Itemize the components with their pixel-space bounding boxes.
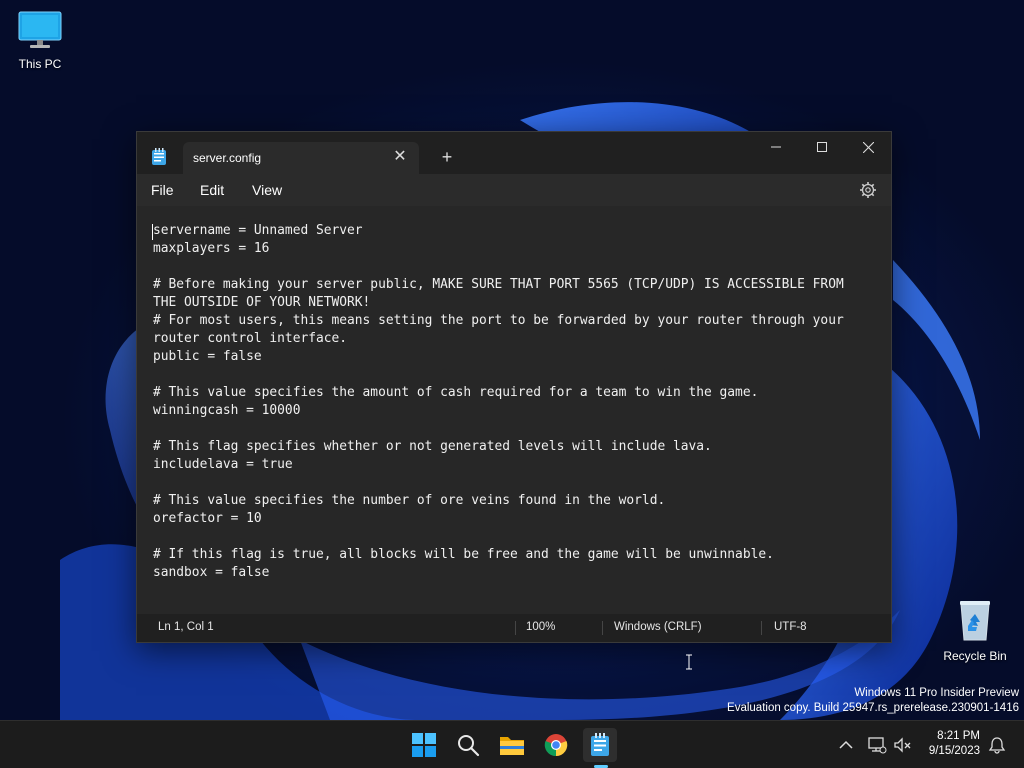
clock-time: 8:21 PM — [937, 730, 980, 742]
network-icon[interactable] — [867, 735, 887, 755]
notepad-window: server.config ✕ + File Edit View servern… — [136, 131, 892, 670]
clock-date: 9/15/2023 — [928, 745, 980, 757]
new-tab-button[interactable]: + — [435, 147, 459, 169]
notepad-icon — [591, 733, 609, 756]
watermark-line-2: Evaluation copy. Build 25947.rs_prerelea… — [727, 702, 1019, 714]
notepad-taskbar-button[interactable] — [583, 728, 617, 762]
minimize-icon — [771, 146, 781, 148]
file-explorer-button[interactable] — [495, 728, 529, 762]
tab-server-config[interactable]: server.config ✕ — [183, 142, 419, 174]
document-content[interactable]: servername = Unnamed Server maxplayers =… — [153, 222, 873, 582]
ibeam-cursor-icon — [686, 654, 692, 670]
status-divider — [515, 621, 516, 635]
status-zoom[interactable]: 100% — [526, 621, 555, 633]
search-button[interactable] — [451, 728, 485, 762]
maximize-button[interactable] — [799, 132, 845, 162]
minimize-button[interactable] — [753, 132, 799, 162]
desktop-icon-label: Recycle Bin — [943, 649, 1007, 663]
menu-edit[interactable]: Edit — [200, 182, 224, 198]
search-icon — [458, 735, 480, 757]
gear-icon[interactable] — [859, 181, 877, 199]
close-icon — [862, 141, 874, 153]
status-cursor-position: Ln 1, Col 1 — [158, 621, 214, 633]
status-divider — [602, 621, 603, 635]
watermark-line-1: Windows 11 Pro Insider Preview — [854, 687, 1019, 699]
start-button[interactable] — [407, 728, 441, 762]
status-line-ending[interactable]: Windows (CRLF) — [614, 621, 702, 633]
folder-icon — [500, 737, 524, 755]
maximize-icon — [817, 142, 827, 152]
status-encoding[interactable]: UTF-8 — [774, 621, 807, 633]
tab-close-icon[interactable]: ✕ — [391, 148, 409, 166]
title-bar[interactable]: server.config ✕ + — [137, 132, 891, 174]
menu-file[interactable]: File — [151, 182, 174, 198]
evaluation-watermark: Windows 11 Pro Insider Preview Evaluatio… — [727, 686, 1019, 716]
notification-bell-icon[interactable] — [987, 735, 1007, 755]
status-bar: Ln 1, Col 1 100% Windows (CRLF) UTF-8 — [137, 614, 891, 642]
desktop-icon-label: This PC — [18, 57, 62, 71]
notepad-icon — [152, 148, 166, 165]
chrome-icon — [544, 734, 568, 757]
menu-view[interactable]: View — [252, 182, 282, 198]
chrome-button[interactable] — [539, 728, 573, 762]
taskbar: 8:21 PM 9/15/2023 — [0, 720, 1024, 768]
text-caret — [152, 224, 153, 240]
chevron-up-icon[interactable] — [836, 735, 856, 755]
menu-bar: File Edit View — [137, 174, 891, 206]
tab-title: server.config — [193, 151, 262, 165]
system-clock[interactable]: 8:21 PM 9/15/2023 — [929, 729, 980, 759]
status-divider — [761, 621, 762, 635]
windows-logo-icon — [412, 733, 436, 757]
text-editor[interactable]: servername = Unnamed Server maxplayers =… — [137, 206, 891, 670]
desktop-icon-recycle-bin[interactable]: Recycle Bin — [935, 598, 1015, 663]
recycle-bin-icon — [960, 601, 990, 641]
close-button[interactable] — [845, 132, 891, 162]
desktop-icon-this-pc[interactable]: This PC — [0, 10, 80, 71]
monitor-icon — [18, 11, 62, 48]
volume-muted-icon[interactable] — [892, 735, 912, 755]
